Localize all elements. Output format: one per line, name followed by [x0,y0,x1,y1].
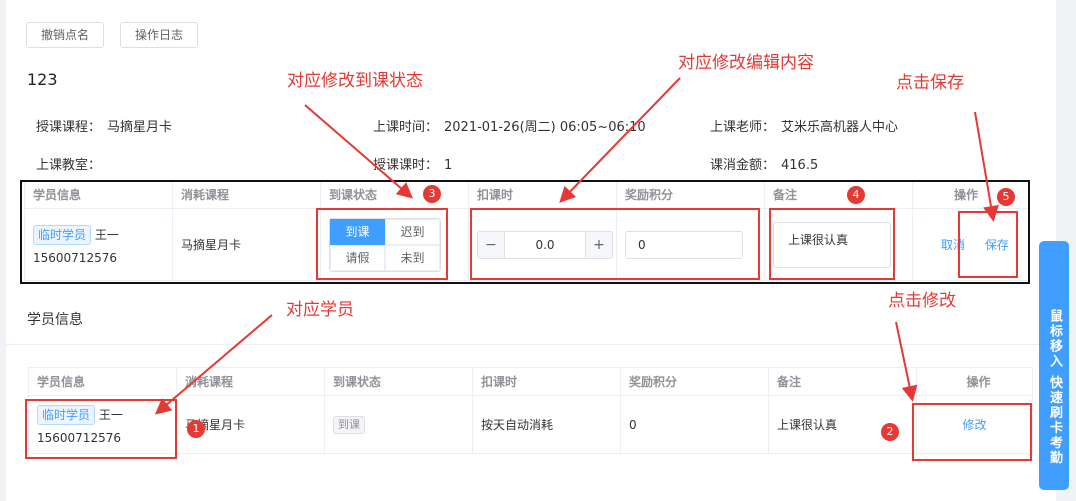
annotation-save: 点击保存 [896,73,964,93]
annotation-student: 对应学员 [286,300,354,320]
badge-1: 1 [187,420,205,438]
badge-5: 5 [997,188,1015,206]
annotation-status: 对应修改到课状态 [287,71,423,91]
quick-attendance-tab[interactable]: 鼠标移入 快速刷卡考勤 [1039,241,1069,490]
arrow-student [154,314,273,415]
annotation-edit: 对应修改编辑内容 [678,53,814,73]
arrow-modify [895,321,918,402]
badge-3: 3 [423,185,441,203]
arrow-save [974,111,999,222]
badge-4: 4 [847,186,865,204]
arrow-status [304,104,414,199]
arrow-edit [559,77,681,203]
annotation-modify: 点击修改 [888,291,956,311]
badge-2: 2 [881,423,899,441]
